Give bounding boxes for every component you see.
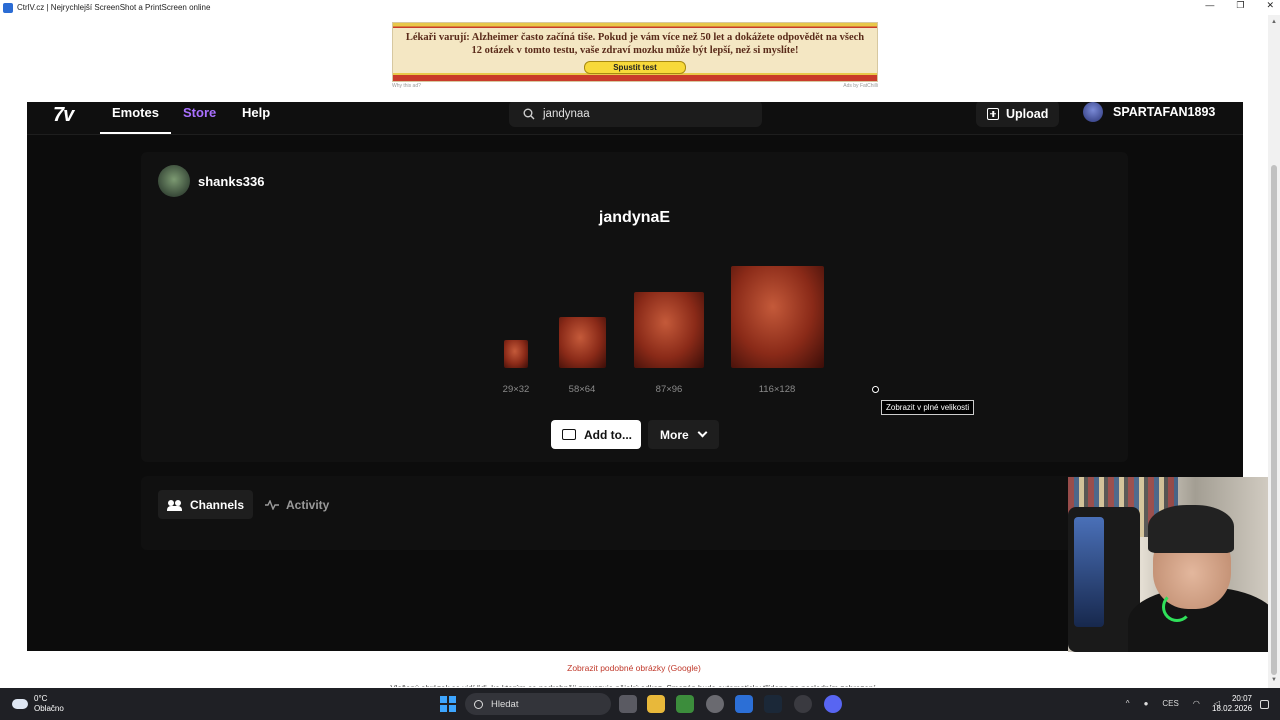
7tv-logo[interactable]: 7v [53, 104, 74, 127]
size-label-4x: 116×128 [758, 384, 796, 395]
folder-plus-icon [562, 429, 576, 440]
page-scrollbar[interactable]: ▲ ▼ [1268, 15, 1280, 688]
nav-active-indicator [100, 132, 171, 134]
nav-emotes[interactable]: Emotes [112, 105, 159, 120]
wifi-icon[interactable]: ◠ [1193, 699, 1200, 708]
add-to-label: Add to... [584, 427, 632, 442]
emote-title: jandynaE [598, 209, 671, 226]
monitor [1074, 517, 1104, 627]
clock[interactable]: 20:07 18.02.2026 [1212, 694, 1252, 714]
window-title: CtrlV.cz | Nejrychlejší ScreenShot a Pri… [17, 3, 211, 12]
clock-date: 18.02.2026 [1212, 704, 1253, 713]
webcam-overlay [1068, 477, 1280, 652]
system-tray: ^ ● CES ◠ ◁ [1126, 699, 1220, 708]
scroll-up-icon[interactable]: ▲ [1271, 19, 1277, 25]
google-similar-images-link[interactable]: Zobrazit podobné obrázky (Google) [0, 663, 1268, 673]
emote-preview-2x[interactable] [559, 317, 606, 368]
activity-icon [265, 499, 279, 510]
taskbar-search[interactable]: Hledat [465, 693, 611, 715]
emote-card: shanks336 jandynaE 29×32 58×64 87×96 116… [141, 152, 1128, 462]
ad-banner[interactable]: Lékaři varují: Alzheimer často začíná ti… [392, 22, 878, 82]
emote-preview-1x[interactable] [504, 340, 528, 368]
notification-icon[interactable] [1260, 700, 1269, 709]
ad-text: Lékaři varují: Alzheimer často začíná ti… [405, 32, 865, 56]
upload-label: Upload [1006, 106, 1049, 121]
plus-square-icon [987, 107, 999, 120]
owner-name: shanks336 [198, 173, 265, 189]
app-icon-5[interactable] [735, 695, 753, 713]
language-indicator[interactable]: CES [1162, 699, 1178, 708]
headset-icon [1162, 592, 1192, 622]
search-input[interactable]: jandynaa [509, 102, 762, 127]
mic-icon[interactable]: ● [1144, 699, 1149, 708]
maximize-button[interactable]: ❐ [1236, 0, 1244, 11]
size-label-2x: 58×64 [568, 384, 596, 395]
emote-preview-3x[interactable] [634, 292, 704, 368]
window-titlebar: CtrlV.cz | Nejrychlejší ScreenShot a Pri… [0, 0, 1280, 15]
info-text: Vložený obrázek se vidí lidi, ke kterým … [0, 682, 1268, 687]
discord-icon[interactable] [824, 695, 842, 713]
fullsize-tooltip: Zobrazit v plné velikosti [881, 400, 975, 415]
minimize-button[interactable]: — [1205, 0, 1214, 11]
ad-why-link[interactable]: Why this ad? [392, 83, 421, 89]
nav-store[interactable]: Store [183, 105, 216, 120]
steam-icon[interactable] [764, 695, 782, 713]
streamer-beanie [1148, 505, 1234, 553]
tab-channels[interactable]: Channels [158, 490, 253, 519]
ad-footer: Why this ad? Ads by FatChilli [392, 83, 878, 89]
upload-button[interactable]: Upload [976, 102, 1059, 127]
weather-desc: Oblačno [34, 704, 64, 713]
weather-widget[interactable]: 0°C Oblačno [12, 694, 64, 714]
7tv-site: 7v Emotes Store Help jandynaa Upload SPA… [27, 102, 1243, 651]
chevron-down-icon [697, 427, 708, 438]
owner-avatar [158, 165, 190, 197]
scroll-down-icon[interactable]: ▼ [1271, 677, 1277, 683]
ad-by-label: Ads by FatChilli [843, 83, 878, 89]
task-view-icon[interactable] [619, 695, 637, 713]
store-app-icon[interactable] [676, 695, 694, 713]
weather-temp: 0°C [34, 694, 48, 703]
windows-taskbar: 0°C Oblačno Hledat ^ ● CES ◠ ◁ 20:07 18.… [0, 688, 1280, 720]
clock-time: 20:07 [1231, 694, 1252, 703]
taskbar-search-placeholder: Hledat [491, 698, 519, 710]
users-icon [167, 499, 182, 511]
more-button[interactable]: More [648, 420, 719, 449]
emote-owner[interactable]: shanks336 [158, 165, 265, 197]
search-icon [474, 699, 483, 709]
app-icon-4[interactable] [706, 695, 724, 713]
more-label: More [660, 427, 689, 442]
add-to-button[interactable]: Add to... [551, 420, 641, 449]
app-icon [3, 2, 13, 13]
file-explorer-icon[interactable] [647, 695, 665, 713]
user-avatar [1083, 102, 1103, 122]
emote-preview-4x[interactable] [731, 266, 824, 368]
tray-chevron-icon[interactable]: ^ [1126, 699, 1130, 708]
chrome-icon[interactable] [794, 695, 812, 713]
ad-start-test-button[interactable]: Spustit test [584, 61, 686, 74]
window-controls: — ❐ ✕ [1205, 0, 1274, 11]
scrollbar-thumb[interactable] [1271, 165, 1277, 675]
search-value: jandynaa [543, 107, 590, 120]
username: SPARTAFAN1893 [1113, 105, 1216, 119]
size-label-3x: 87×96 [655, 384, 683, 395]
emote-tabs-panel: Channels Activity [141, 476, 1128, 550]
size-label-1x: 29×32 [502, 384, 530, 395]
cloud-icon [12, 699, 28, 709]
close-button[interactable]: ✕ [1266, 0, 1274, 11]
mouse-cursor-icon [872, 386, 879, 393]
search-icon [523, 108, 535, 119]
user-menu[interactable]: SPARTAFAN1893 [1083, 102, 1215, 122]
tab-channels-label: Channels [190, 497, 245, 512]
windows-start-icon[interactable] [440, 696, 456, 712]
top-navigation: 7v Emotes Store Help jandynaa Upload SPA… [27, 102, 1243, 135]
nav-help[interactable]: Help [242, 105, 270, 120]
tab-activity[interactable]: Activity [259, 490, 335, 519]
tab-activity-label: Activity [286, 497, 330, 512]
